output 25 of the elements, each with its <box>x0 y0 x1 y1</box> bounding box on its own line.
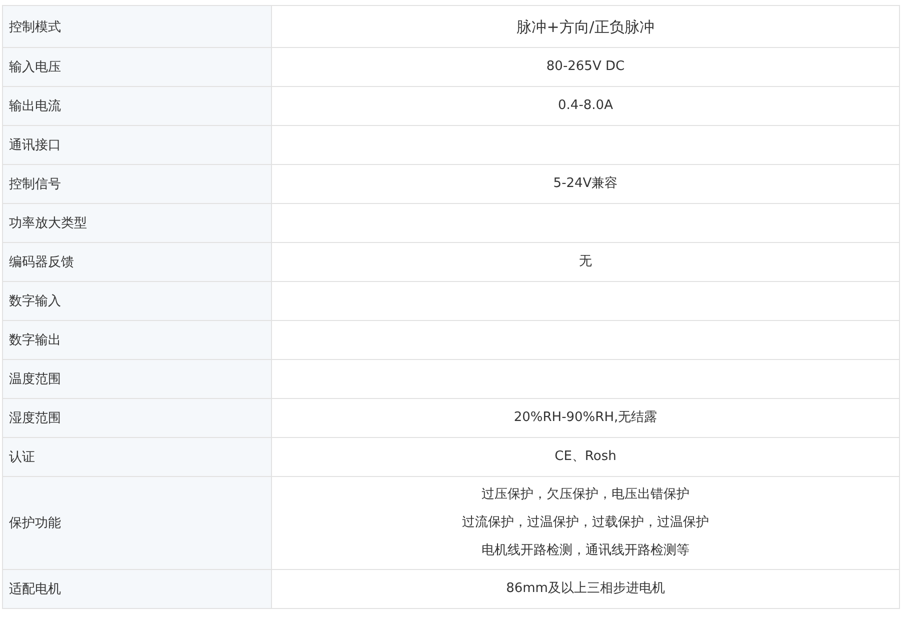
row-label: 控制模式 <box>2 6 272 48</box>
row-label: 输入电压 <box>2 48 272 86</box>
row-label: 温度范围 <box>2 360 272 398</box>
row-label: 数字输入 <box>2 282 272 320</box>
row-value: 过流保护，过温保护，过载保护，过温保护 <box>461 514 710 532</box>
row-value: 无 <box>578 253 593 271</box>
row-label: 数字输出 <box>2 320 272 360</box>
row-value: 20%RH-90%RH,无结露 <box>512 409 658 427</box>
row-value: 过压保护，欠压保护，电压出错保护 <box>480 486 690 504</box>
row-label: 适配电机 <box>2 570 272 608</box>
row-label: 认证 <box>2 438 272 476</box>
row-value: 0.4-8.0A <box>557 97 614 115</box>
row-label: 通讯接口 <box>2 126 272 164</box>
row-value: CE、Rosh <box>554 448 618 466</box>
row-label: 控制信号 <box>2 164 272 204</box>
row-value: 80-265V DC <box>545 58 626 76</box>
row-label: 功率放大类型 <box>2 204 272 242</box>
row-value: 86mm及以上三相步进电机 <box>505 580 666 598</box>
row-label: 保护功能 <box>2 476 272 570</box>
row-label: 湿度范围 <box>2 398 272 438</box>
row-label: 编码器反馈 <box>2 242 272 282</box>
row-label: 输出电流 <box>2 86 272 126</box>
row-value: 电机线开路检测，通讯线开路检测等 <box>480 542 690 560</box>
row-value: 脉冲+方向/正负脉冲 <box>516 16 656 38</box>
row-value: 5-24V兼容 <box>552 175 619 193</box>
